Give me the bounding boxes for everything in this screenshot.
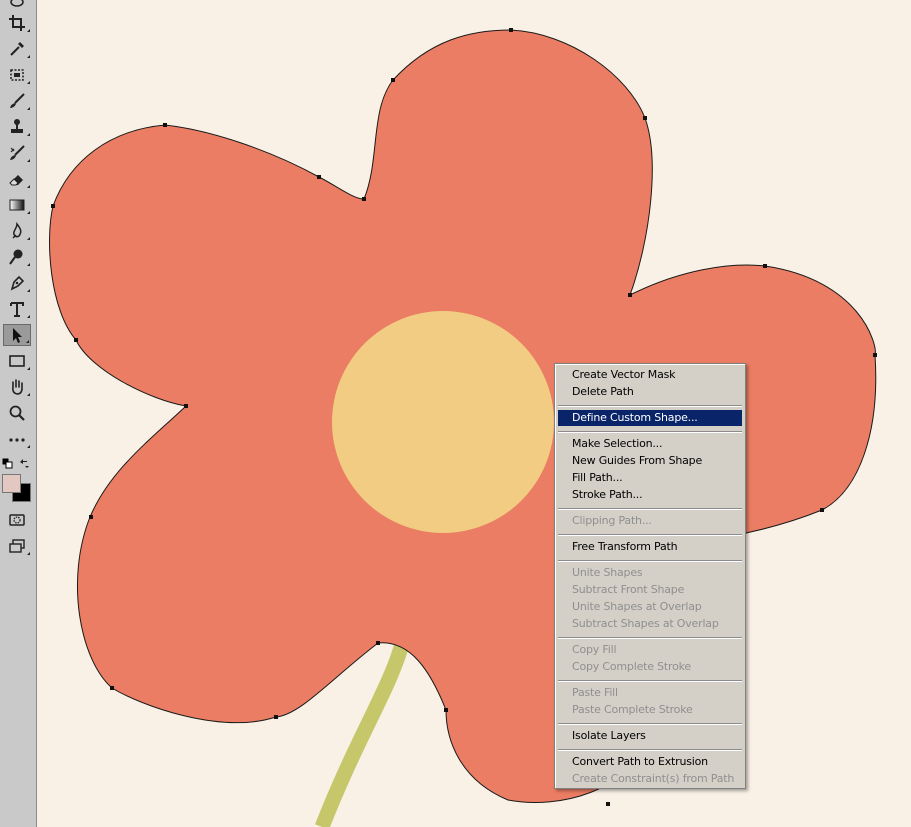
menu-item-convert-path-to-extrusion[interactable]: Convert Path to Extrusion xyxy=(558,754,742,770)
crop-tool-icon xyxy=(9,15,25,31)
screen-mode-icon xyxy=(9,539,25,553)
menu-item-new-guides-from-shape[interactable]: New Guides From Shape xyxy=(558,453,742,469)
lasso-tool-icon xyxy=(10,0,24,7)
history-brush-tool-icon xyxy=(10,145,25,160)
menu-separator xyxy=(558,749,742,751)
menu-separator xyxy=(558,508,742,510)
menu-item-fill-path[interactable]: Fill Path... xyxy=(558,470,742,486)
clone-stamp-tool-icon xyxy=(11,119,23,133)
menu-item-delete-path[interactable]: Delete Path xyxy=(558,384,742,400)
screen-mode-button[interactable] xyxy=(3,535,31,557)
quick-mask-icon xyxy=(9,514,25,526)
menu-item-unite-shapes-at-overlap: Unite Shapes at Overlap xyxy=(572,600,702,613)
brush-tool-icon xyxy=(10,93,25,108)
type-tool-icon xyxy=(10,302,24,317)
menu-item-make-selection[interactable]: Make Selection... xyxy=(558,436,742,452)
menu-item-paste-complete-stroke: Paste Complete Stroke xyxy=(572,703,693,716)
blur-tool[interactable] xyxy=(3,220,31,242)
pen-tool-icon xyxy=(10,275,25,291)
menu-item-subtract-front-shape: Subtract Front Shape xyxy=(572,583,685,596)
dodge-tool-icon xyxy=(9,249,23,265)
menu-item-copy-complete-stroke: Copy Complete Stroke xyxy=(572,660,691,673)
tools-panel xyxy=(0,0,37,827)
healing-brush-tool-icon xyxy=(10,69,24,81)
menu-item-create-vector-mask[interactable]: Create Vector Mask xyxy=(558,367,742,383)
eraser-tool-icon xyxy=(9,175,23,186)
blur-tool-icon xyxy=(12,222,22,239)
brush-tool[interactable] xyxy=(3,90,31,112)
default-colors-button[interactable] xyxy=(2,456,13,469)
menu-item-define-custom-shape[interactable]: Define Custom Shape... xyxy=(558,410,742,426)
menu-separator xyxy=(558,560,742,562)
menu-separator xyxy=(558,637,742,639)
menu-item-paste-fill: Paste Fill xyxy=(572,686,618,699)
hand-tool-icon xyxy=(12,379,23,395)
menu-separator xyxy=(558,534,742,536)
menu-item-unite-shapes: Unite Shapes xyxy=(572,566,643,579)
crop-tool[interactable] xyxy=(3,12,31,34)
gradient-tool-icon xyxy=(9,199,25,211)
menu-separator xyxy=(558,431,742,433)
type-tool[interactable] xyxy=(3,298,31,320)
menu-item-free-transform-path[interactable]: Free Transform Path xyxy=(558,539,742,555)
history-brush-tool[interactable] xyxy=(3,142,31,164)
eyedropper-tool[interactable] xyxy=(3,38,31,60)
dodge-tool[interactable] xyxy=(3,246,31,268)
menu-item-copy-fill: Copy Fill xyxy=(572,643,617,656)
menu-separator xyxy=(558,405,742,407)
zoom-tool[interactable] xyxy=(3,402,31,424)
quick-mask-button[interactable] xyxy=(3,509,31,531)
swap-colors-icon xyxy=(20,459,29,468)
foreground-color-swatch[interactable] xyxy=(2,474,21,493)
more-tools-button[interactable] xyxy=(3,428,31,450)
healing-brush-tool[interactable] xyxy=(3,64,31,86)
clone-stamp-tool[interactable] xyxy=(3,116,31,138)
menu-separator xyxy=(558,680,742,682)
rectangle-tool-icon xyxy=(9,355,25,367)
menu-separator xyxy=(558,723,742,725)
hand-tool[interactable] xyxy=(3,376,31,398)
more-tools-icon xyxy=(9,438,25,442)
menu-item-clipping-path: Clipping Path... xyxy=(572,514,652,527)
path-selection-tool[interactable] xyxy=(3,324,31,346)
zoom-tool-icon xyxy=(9,405,25,421)
pen-tool[interactable] xyxy=(3,272,31,294)
context-menu: Create Vector Mask Delete Path Define Cust… xyxy=(554,363,746,789)
eraser-tool[interactable] xyxy=(3,168,31,190)
gradient-tool[interactable] xyxy=(3,194,31,216)
menu-item-create-constraint-s-from-path: Create Constraint(s) from Path xyxy=(572,772,735,785)
menu-item-subtract-shapes-at-overlap: Subtract Shapes at Overlap xyxy=(572,617,719,630)
rectangle-tool[interactable] xyxy=(3,350,31,372)
document-canvas[interactable] xyxy=(37,0,911,827)
eyedropper-tool-icon xyxy=(10,42,24,56)
default-colors-icon xyxy=(2,458,13,469)
menu-item-isolate-layers[interactable]: Isolate Layers xyxy=(558,728,742,744)
path-selection-tool-icon xyxy=(13,328,22,343)
flower-center xyxy=(332,311,554,533)
swap-colors-button[interactable] xyxy=(19,456,30,468)
menu-item-stroke-path[interactable]: Stroke Path... xyxy=(558,487,742,503)
